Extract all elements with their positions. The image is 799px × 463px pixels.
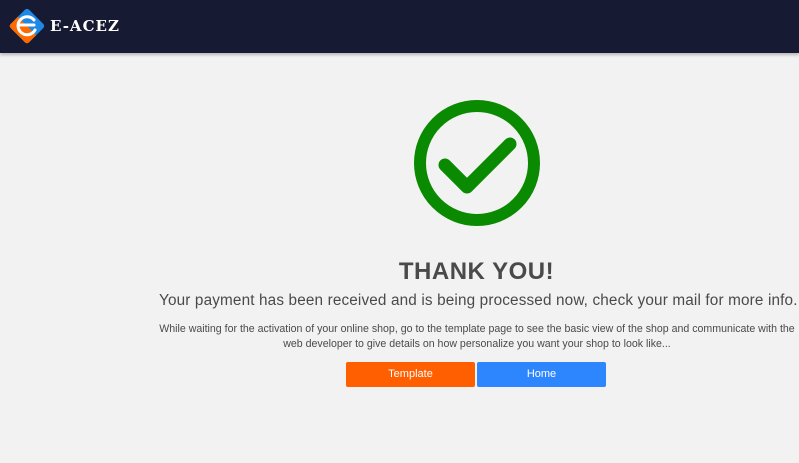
top-navbar: E-ACEZ xyxy=(0,0,799,53)
page-subtitle: Your payment has been received and is be… xyxy=(159,292,799,309)
home-button[interactable]: Home xyxy=(477,362,606,387)
brand-name: E-ACEZ xyxy=(50,17,120,35)
check-circle-icon xyxy=(414,100,540,226)
e-acez-logo-icon xyxy=(9,8,45,44)
action-buttons: Template Home xyxy=(346,362,606,387)
page-title: THANK YOU! xyxy=(398,258,555,285)
brand-link[interactable]: E-ACEZ xyxy=(7,6,120,46)
instructions-text: While waiting for the activation of your… xyxy=(159,323,795,350)
template-button[interactable]: Template xyxy=(346,362,475,387)
